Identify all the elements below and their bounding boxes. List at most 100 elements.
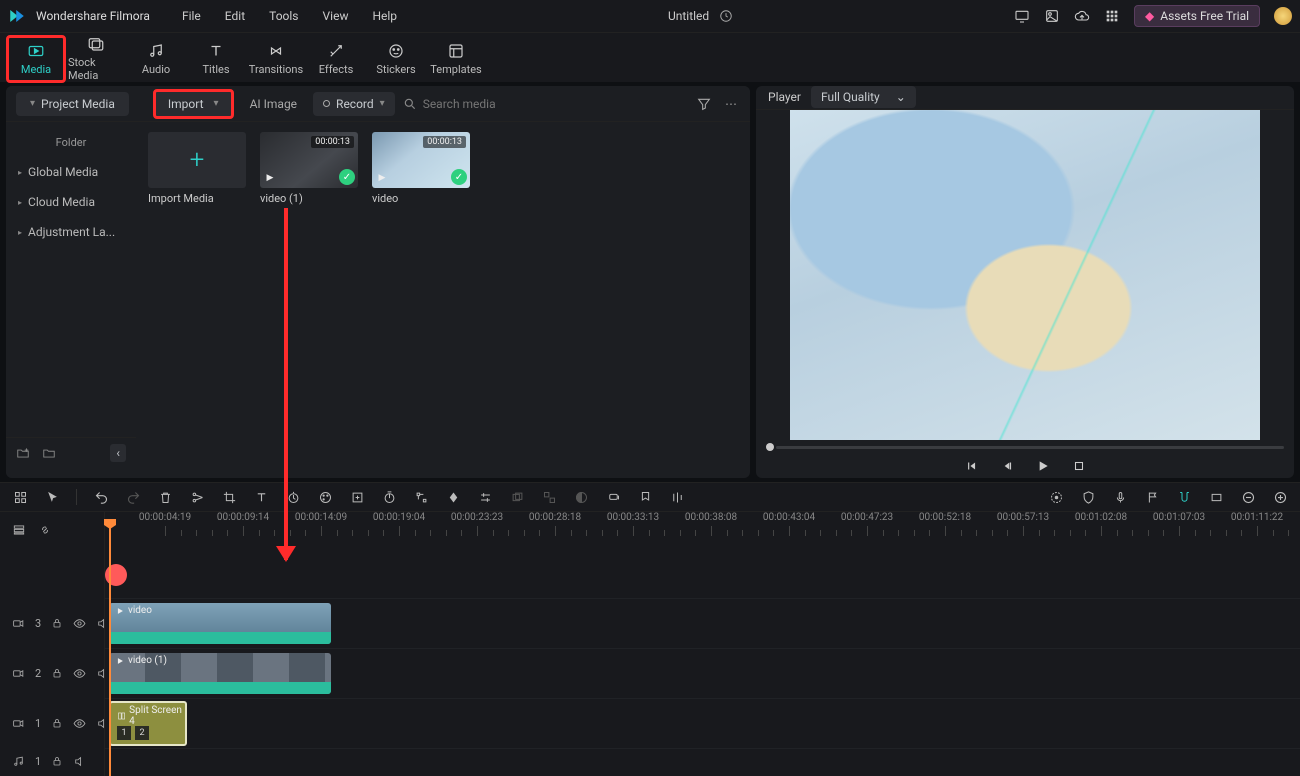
quality-select[interactable]: Full Quality ⌄ xyxy=(811,86,916,108)
lock-icon[interactable] xyxy=(51,667,63,679)
menu-file[interactable]: File xyxy=(172,5,211,27)
playhead[interactable] xyxy=(109,520,111,776)
marker-icon[interactable] xyxy=(637,489,653,505)
caret-icon: ▸ xyxy=(18,198,22,207)
ruler-label: 00:00:09:14 xyxy=(217,512,269,523)
assets-trial-button[interactable]: ◆ Assets Free Trial xyxy=(1134,5,1260,27)
user-avatar[interactable] xyxy=(1274,7,1292,25)
delete-icon[interactable] xyxy=(157,489,173,505)
tab-templates[interactable]: Templates xyxy=(426,38,486,80)
marker-flag-icon[interactable] xyxy=(1144,489,1160,505)
tab-media[interactable]: Media xyxy=(6,35,66,83)
mask-icon[interactable] xyxy=(573,489,589,505)
tab-stickers[interactable]: Stickers xyxy=(366,38,426,80)
track-motion-icon[interactable] xyxy=(413,489,429,505)
media-item-video[interactable]: 00:00:13 ▶ ✓ video xyxy=(372,132,470,205)
layout-icon[interactable] xyxy=(12,489,28,505)
clip-video-v2[interactable]: video (1) xyxy=(109,653,331,694)
track-manager-icon[interactable] xyxy=(12,523,26,537)
menu-view[interactable]: View xyxy=(313,5,359,27)
adjust-icon[interactable] xyxy=(477,489,493,505)
apps-icon[interactable] xyxy=(1104,8,1120,24)
redo-icon[interactable] xyxy=(125,489,141,505)
gallery-icon[interactable] xyxy=(1044,8,1060,24)
import-media-card[interactable]: + Import Media xyxy=(148,132,246,205)
mic-icon[interactable] xyxy=(1112,489,1128,505)
folder-icon[interactable] xyxy=(42,446,56,460)
lock-icon[interactable] xyxy=(51,717,63,729)
timer-icon[interactable] xyxy=(381,489,397,505)
filter-icon[interactable] xyxy=(696,96,714,112)
track-v1[interactable]: Split Screen 4 12 xyxy=(105,698,1300,748)
project-title: Untitled xyxy=(668,9,709,23)
tab-titles[interactable]: Titles xyxy=(186,38,246,80)
sidebar-collapse-button[interactable]: ‹ xyxy=(110,444,126,462)
group-icon[interactable] xyxy=(509,489,525,505)
sidebar-item-adjustment-layers[interactable]: ▸Adjustment La... xyxy=(6,217,136,247)
audio-mix-icon[interactable] xyxy=(669,489,685,505)
media-sidebar: Folder ▸Global Media ▸Cloud Media ▸Adjus… xyxy=(6,122,136,478)
stop-button[interactable] xyxy=(1071,458,1087,474)
step-back-button[interactable] xyxy=(999,458,1015,474)
audio-track-icon xyxy=(12,755,25,768)
snap-icon[interactable] xyxy=(1176,489,1192,505)
visibility-icon[interactable] xyxy=(73,617,86,630)
transitions-icon xyxy=(267,42,285,60)
tab-effects[interactable]: Effects xyxy=(306,38,366,80)
selection-tool-icon[interactable] xyxy=(44,489,60,505)
player-scrubber[interactable] xyxy=(756,440,1294,455)
tab-stickers-label: Stickers xyxy=(376,63,415,76)
link-icon[interactable] xyxy=(38,523,52,537)
media-item-video-1[interactable]: 00:00:13 ▶ ✓ video (1) xyxy=(260,132,358,205)
mute-icon[interactable] xyxy=(73,755,86,768)
menu-tools[interactable]: Tools xyxy=(259,5,308,27)
text-tool-icon[interactable] xyxy=(253,489,269,505)
menu-edit[interactable]: Edit xyxy=(215,5,255,27)
more-icon[interactable]: ⋯ xyxy=(722,97,740,111)
preview-viewport[interactable] xyxy=(756,110,1294,440)
track-v3[interactable]: video xyxy=(105,598,1300,648)
split-icon[interactable] xyxy=(189,489,205,505)
lock-icon[interactable] xyxy=(51,617,63,629)
new-folder-icon[interactable] xyxy=(16,446,30,460)
ai-image-button[interactable]: AI Image xyxy=(242,92,305,116)
fit-icon[interactable] xyxy=(1208,489,1224,505)
track-a1[interactable] xyxy=(105,748,1300,774)
project-media-dropdown[interactable]: ▾ Project Media xyxy=(16,92,129,116)
lock-icon[interactable] xyxy=(51,755,63,767)
menu-help[interactable]: Help xyxy=(362,5,407,27)
record-button[interactable]: Record ▾ xyxy=(313,92,395,116)
sidebar-item-global-media[interactable]: ▸Global Media xyxy=(6,157,136,187)
crop-icon[interactable] xyxy=(221,489,237,505)
crop-zoom-icon[interactable] xyxy=(349,489,365,505)
play-button[interactable] xyxy=(1035,458,1051,474)
player-header: Player Full Quality ⌄ xyxy=(756,86,1294,110)
tab-audio[interactable]: Audio xyxy=(126,38,186,80)
prev-frame-button[interactable] xyxy=(963,458,979,474)
search-input[interactable] xyxy=(423,97,688,111)
sidebar-item-cloud-media[interactable]: ▸Cloud Media xyxy=(6,187,136,217)
zoom-out-icon[interactable] xyxy=(1240,489,1256,505)
undo-icon[interactable] xyxy=(93,489,109,505)
clip-video-v3[interactable]: video xyxy=(109,603,331,644)
keyframe-icon[interactable] xyxy=(445,489,461,505)
render-icon[interactable] xyxy=(1048,489,1064,505)
import-button[interactable]: Import ▾ xyxy=(153,89,234,119)
record-voiceover-icon[interactable] xyxy=(605,489,621,505)
visibility-icon[interactable] xyxy=(73,667,86,680)
zoom-in-icon[interactable] xyxy=(1272,489,1288,505)
clip-split-screen[interactable]: Split Screen 4 12 xyxy=(109,701,187,746)
ungroup-icon[interactable] xyxy=(541,489,557,505)
tab-stock-media[interactable]: Stock Media xyxy=(66,31,126,86)
visibility-icon[interactable] xyxy=(73,717,86,730)
scrub-handle-icon[interactable] xyxy=(766,443,774,451)
monitor-icon[interactable] xyxy=(1014,8,1030,24)
track-v2[interactable]: video (1) xyxy=(105,648,1300,698)
tab-transitions[interactable]: Transitions xyxy=(246,38,306,80)
color-icon[interactable] xyxy=(317,489,333,505)
record-label: Record xyxy=(336,97,374,111)
cloud-upload-icon[interactable] xyxy=(1074,8,1090,24)
shield-icon[interactable] xyxy=(1080,489,1096,505)
history-icon[interactable] xyxy=(719,9,733,23)
search-field[interactable] xyxy=(403,97,688,111)
